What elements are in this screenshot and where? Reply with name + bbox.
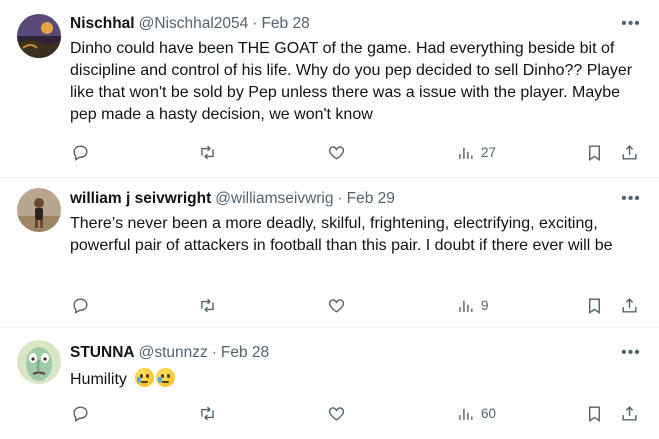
retweet-icon[interactable]: [198, 293, 217, 317]
like-icon[interactable]: [327, 401, 346, 425]
timestamp[interactable]: Feb 28: [261, 15, 309, 33]
tweet-header: william j seivwright @williamseivwrig · …: [70, 188, 395, 210]
retweet-icon[interactable]: [198, 140, 217, 164]
retweet-icon[interactable]: [198, 401, 217, 425]
user-handle[interactable]: @stunnzz: [139, 344, 208, 362]
share-icon[interactable]: [620, 140, 639, 164]
views-button[interactable]: 9: [456, 293, 489, 317]
user-handle[interactable]: @williamseivwrig: [215, 190, 333, 208]
reply-icon[interactable]: [71, 401, 90, 425]
more-dots-icon[interactable]: •••: [621, 189, 641, 209]
tweet-text: There’s never been a more deadly, skilfu…: [70, 215, 613, 254]
face-holding-back-tears-icon: [156, 368, 176, 387]
action-bar: 60: [0, 401, 659, 425]
bookmark-icon[interactable]: [585, 293, 604, 317]
like-icon[interactable]: [327, 293, 346, 317]
views-icon: [459, 147, 473, 159]
display-name[interactable]: william j seivwright: [70, 190, 211, 208]
bookmark-icon[interactable]: [585, 140, 604, 164]
views-count: 27: [481, 144, 497, 160]
avatar[interactable]: [17, 188, 61, 232]
views-icon: [459, 408, 473, 420]
avatar[interactable]: [17, 340, 61, 384]
more-dots-icon[interactable]: •••: [621, 14, 641, 34]
separator: ·: [252, 15, 258, 32]
views-button[interactable]: 27: [456, 140, 496, 164]
views-count: 60: [481, 405, 497, 421]
share-icon[interactable]: [620, 293, 639, 317]
tweet[interactable]: Nischhal @Nischhal2054 · Feb 28 ••• Dinh…: [0, 0, 659, 178]
tweet-text-container: Humility: [70, 368, 640, 391]
more-dots-icon[interactable]: •••: [621, 343, 641, 363]
views-count: 9: [481, 297, 489, 313]
tweet-header: Nischhal @Nischhal2054 · Feb 28: [70, 13, 310, 35]
views-button[interactable]: 60: [456, 401, 496, 425]
reply-icon[interactable]: [71, 140, 90, 164]
like-icon[interactable]: [327, 140, 346, 164]
tweet[interactable]: STUNNA @stunnzz · Feb 28 ••• Humility 60: [0, 328, 659, 439]
user-handle[interactable]: @Nischhal2054: [139, 15, 249, 33]
bookmark-icon[interactable]: [585, 401, 604, 425]
display-name[interactable]: STUNNA: [70, 344, 135, 362]
timestamp[interactable]: Feb 28: [221, 344, 269, 362]
tweet[interactable]: william j seivwright @williamseivwrig · …: [0, 178, 659, 328]
avatar[interactable]: [17, 14, 61, 58]
reply-icon[interactable]: [71, 293, 90, 317]
action-bar: 9: [0, 293, 659, 317]
display-name[interactable]: Nischhal: [70, 15, 135, 33]
views-icon: [459, 300, 473, 312]
tweet-text: Dinho could have been THE GOAT of the ga…: [70, 40, 633, 123]
tweet-text: Humility: [70, 371, 127, 388]
separator: ·: [337, 190, 343, 207]
action-bar: 27: [0, 140, 659, 164]
share-icon[interactable]: [620, 401, 639, 425]
timestamp[interactable]: Feb 29: [347, 190, 395, 208]
tweet-header: STUNNA @stunnzz · Feb 28: [70, 342, 269, 364]
separator: ·: [211, 344, 217, 361]
face-holding-back-tears-icon: [135, 368, 155, 387]
